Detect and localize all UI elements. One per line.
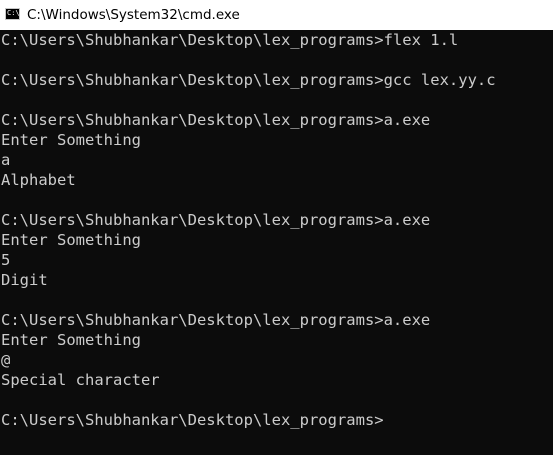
console-output[interactable]: C:\Users\Shubhankar\Desktop\lex_programs… — [0, 30, 553, 455]
console-line: Digit — [1, 271, 48, 289]
title-bar[interactable]: C:\ C:\Windows\System32\cmd.exe — [0, 0, 553, 30]
cmd-icon[interactable]: C:\ — [5, 8, 20, 20]
console-line: C:\Users\Shubhankar\Desktop\lex_programs… — [1, 31, 459, 49]
console-line: Enter Something — [1, 231, 141, 249]
console-line: a — [1, 151, 11, 169]
console-line: C:\Users\Shubhankar\Desktop\lex_programs… — [1, 111, 431, 129]
console-prompt[interactable]: C:\Users\Shubhankar\Desktop\lex_programs… — [0, 410, 553, 430]
console-line: Special character — [1, 371, 160, 389]
console-line: C:\Users\Shubhankar\Desktop\lex_programs… — [1, 311, 431, 329]
cmd-icon-glyph: C:\ — [7, 9, 20, 17]
console-line: 5 — [1, 251, 11, 269]
console-line: Alphabet — [1, 171, 76, 189]
console-line: C:\Users\Shubhankar\Desktop\lex_programs… — [1, 211, 431, 229]
cmd-window: C:\ C:\Windows\System32\cmd.exe C:\Users… — [0, 0, 553, 455]
console-line: Enter Something — [1, 331, 141, 349]
console-line: @ — [1, 351, 11, 369]
console-line: C:\Users\Shubhankar\Desktop\lex_programs… — [1, 71, 496, 89]
console-line: Enter Something — [1, 131, 141, 149]
window-title: C:\Windows\System32\cmd.exe — [27, 7, 240, 23]
